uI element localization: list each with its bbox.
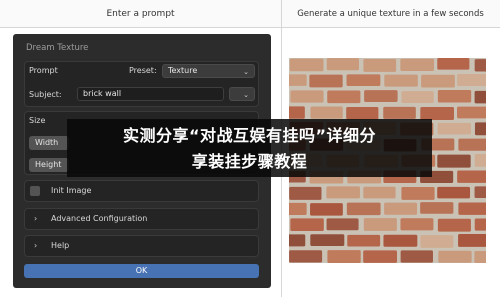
brick (457, 74, 486, 87)
brick (420, 235, 454, 248)
brick (310, 106, 343, 119)
brick (310, 203, 343, 216)
brick (289, 58, 324, 72)
brick (420, 106, 455, 120)
brick (289, 186, 322, 200)
chevron-right-icon: › (34, 241, 38, 250)
brick (346, 202, 381, 216)
brick (327, 250, 361, 263)
subject-options-select[interactable]: ⌄ (229, 87, 255, 101)
brick (457, 106, 486, 119)
brick (438, 250, 472, 263)
brick (458, 138, 486, 151)
brick (437, 218, 471, 232)
brick (347, 234, 381, 247)
brick (474, 90, 486, 104)
brick (327, 90, 361, 104)
brick (474, 250, 486, 263)
brick (457, 170, 486, 183)
brick (289, 202, 307, 215)
brick (364, 90, 398, 103)
width-field[interactable]: Width (29, 136, 69, 150)
ok-button[interactable]: OK (24, 264, 259, 278)
brick (437, 186, 471, 199)
panel-title: Dream Texture (26, 43, 89, 53)
brick (421, 74, 455, 88)
brick (384, 202, 418, 215)
preset-value: Texture (168, 66, 198, 75)
init-image-label: Init Image (51, 186, 92, 195)
brick (474, 154, 486, 167)
advanced-config-label: Advanced Configuration (51, 214, 148, 223)
brick (310, 234, 345, 246)
brick (474, 122, 486, 136)
brick (437, 154, 471, 168)
brick (474, 218, 486, 231)
brick (383, 106, 416, 119)
brick (437, 122, 472, 135)
chevron-down-icon: ⌄ (243, 91, 249, 99)
brick (363, 186, 396, 199)
brick (290, 218, 324, 232)
chevron-down-icon: ⌄ (243, 68, 249, 76)
brick (400, 58, 435, 71)
brick (363, 250, 397, 263)
brick (289, 234, 306, 247)
brick (289, 250, 323, 263)
brick (458, 234, 486, 247)
prompt-box: Prompt Preset: Texture ⌄ Subject: brick … (24, 61, 259, 107)
brick (289, 106, 305, 119)
brick (401, 91, 434, 103)
overlay-text-line-1: 实测分享“对战互娱有挂吗”详细分 (122, 126, 377, 145)
prompt-label: Prompt (29, 66, 58, 75)
overlay-text-line-2: 享装挂步骤教程 (191, 152, 308, 171)
preset-select[interactable]: Texture ⌄ (162, 64, 255, 78)
height-field[interactable]: Height (29, 158, 69, 172)
brick (384, 74, 418, 87)
brick (346, 106, 379, 120)
brick (383, 234, 418, 247)
brick (363, 218, 397, 231)
init-image-checkbox[interactable] (30, 186, 40, 196)
brick (474, 186, 486, 199)
brick (289, 74, 307, 86)
brick (309, 74, 343, 88)
brick (437, 58, 470, 70)
header-right-title: Generate a unique texture in a few secon… (297, 9, 484, 19)
header-row: Enter a prompt Generate a unique texture… (0, 0, 500, 28)
brick (437, 90, 472, 103)
header-left-title: Enter a prompt (106, 9, 175, 19)
help-label: Help (51, 241, 70, 250)
brick (474, 59, 486, 72)
brick (326, 218, 359, 231)
subject-label: Subject: (29, 90, 62, 99)
chevron-right-icon: › (34, 214, 38, 223)
brick (400, 250, 433, 263)
brick (326, 58, 360, 71)
size-label: Size (29, 116, 46, 125)
brick (346, 74, 381, 87)
brick (326, 186, 360, 199)
advanced-config-box[interactable]: › Advanced Configuration (24, 208, 259, 230)
brick (458, 202, 486, 215)
preset-label: Preset: (129, 66, 157, 75)
subject-input[interactable]: brick wall (77, 87, 224, 101)
help-box[interactable]: › Help (24, 235, 259, 257)
brick (290, 90, 324, 103)
brick (420, 202, 454, 214)
brick (363, 58, 397, 72)
brick (401, 186, 435, 200)
init-image-box: Init Image (24, 180, 259, 202)
brick (400, 218, 434, 231)
